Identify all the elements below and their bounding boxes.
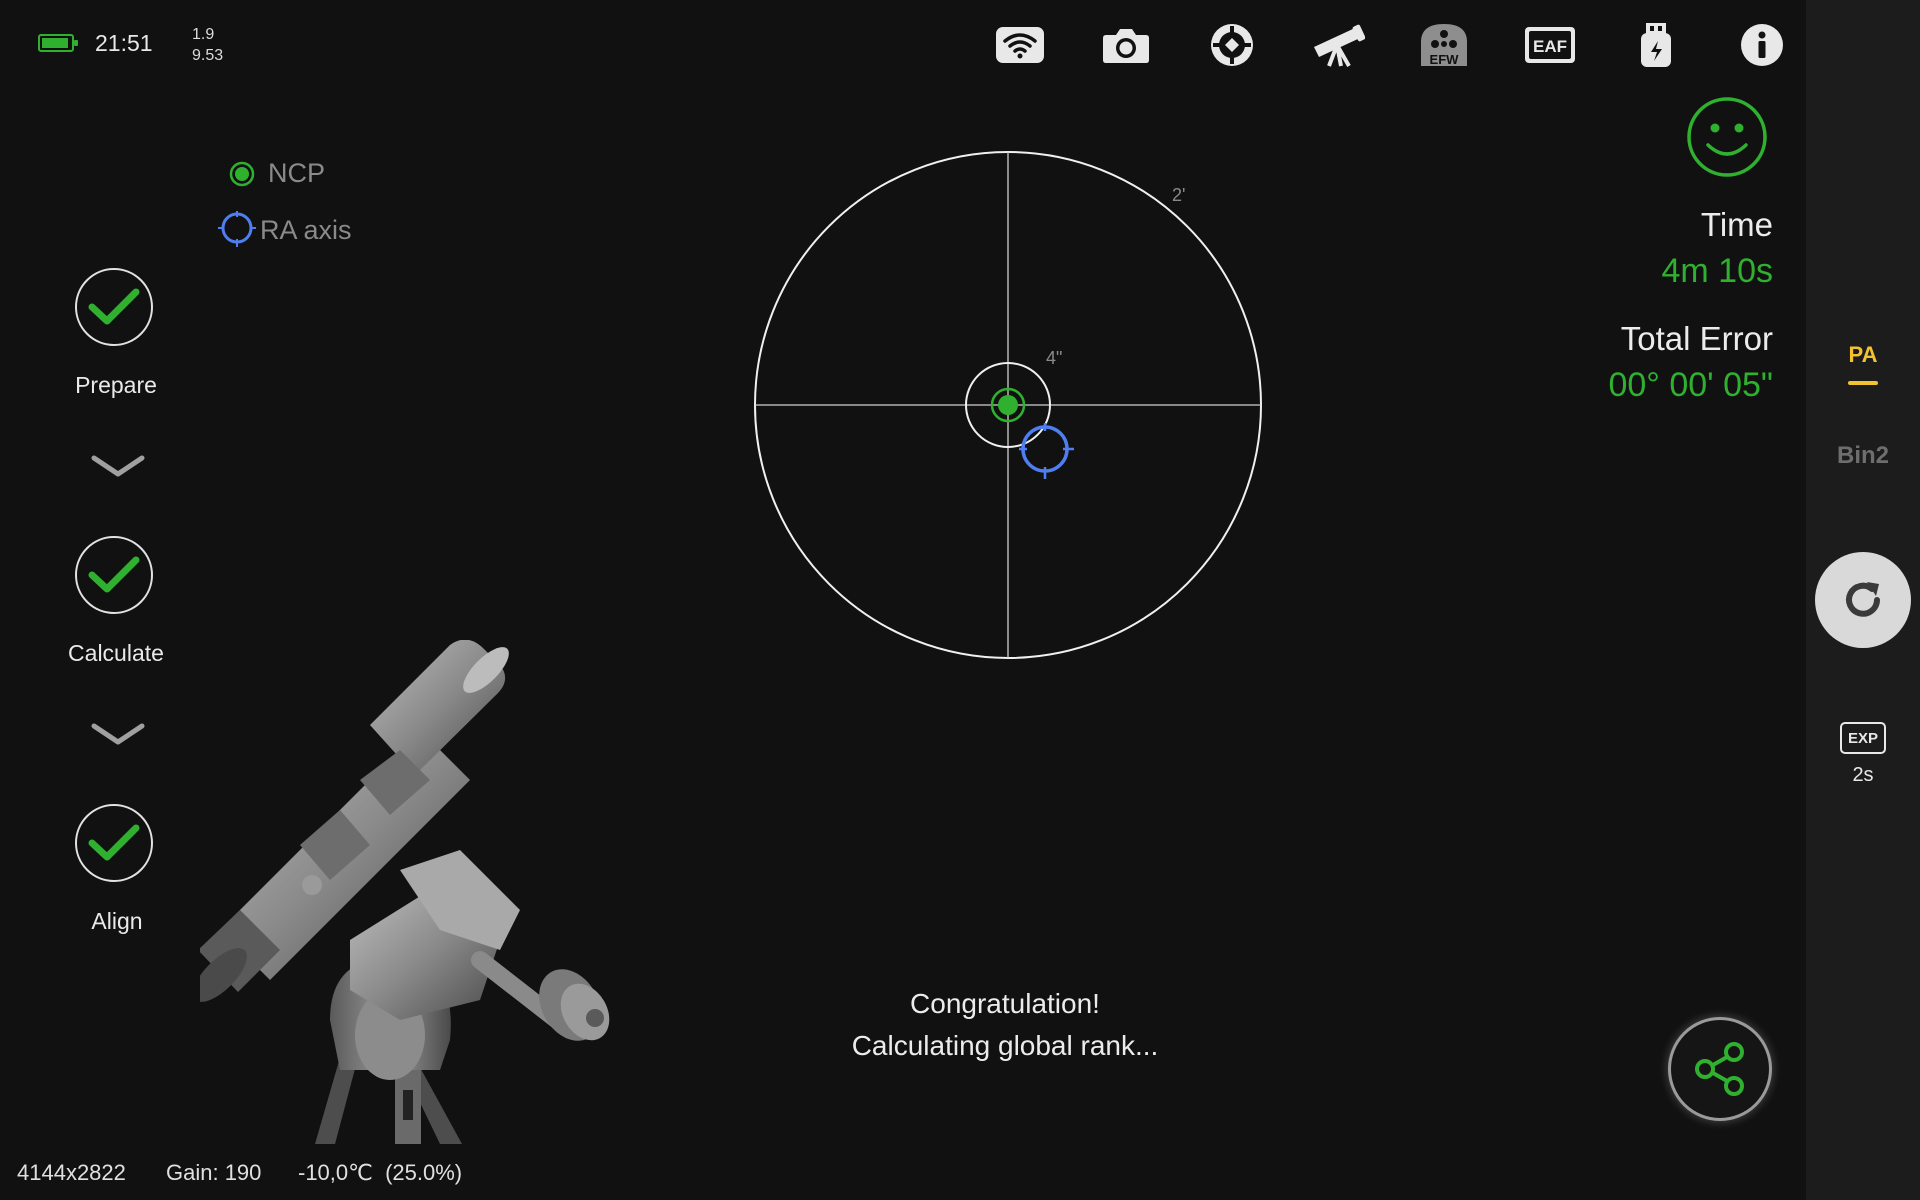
ra-axis-marker [1019, 423, 1074, 479]
share-icon [1695, 1042, 1744, 1096]
legend-ra-axis: RA axis [216, 210, 352, 250]
step-prepare-check [75, 268, 153, 346]
ra-axis-marker-icon [218, 211, 256, 247]
calculating-rank-message: Calculating global rank... [851, 1030, 1159, 1061]
step-align-check [75, 804, 153, 882]
bin-setting[interactable]: Bin2 [1806, 442, 1920, 470]
total-error-label: Total Error [1620, 320, 1773, 357]
efw-filter-wheel-icon[interactable]: EFW [1416, 20, 1472, 70]
polar-alignment-target: 2' 4" [754, 151, 1262, 659]
eaf-focuser-icon[interactable]: EAF [1522, 20, 1578, 70]
chevron-down-icon [91, 455, 145, 477]
wifi-icon[interactable] [992, 20, 1048, 70]
resolution-readout: 4144x2822 [17, 1160, 126, 1185]
check-icon [88, 824, 140, 861]
refresh-icon [1846, 582, 1880, 617]
efw-label: EFW [1430, 52, 1460, 67]
info-icon[interactable] [1734, 20, 1790, 70]
restart-button[interactable] [1815, 552, 1911, 648]
time-value: 4m 10s [1661, 252, 1774, 290]
eaf-label: EAF [1533, 37, 1567, 56]
total-error-value: 00° 00' 05" [1608, 366, 1773, 404]
check-icon [88, 556, 140, 593]
legend-ra-axis-label: RA axis [260, 214, 352, 245]
step-calculate-label: Calculate [68, 640, 164, 666]
battery-icon [38, 34, 78, 52]
legend-ncp: NCP [228, 158, 325, 189]
version-line-2: 9.53 [192, 47, 224, 64]
clock: 21:51 [95, 30, 153, 56]
version-info: 1.9 9.53 [192, 24, 223, 66]
camera-icon[interactable] [1098, 20, 1154, 70]
step-calculate-check [75, 536, 153, 614]
chevron-down-icon [91, 723, 145, 745]
gain-readout: Gain: 190 [166, 1160, 262, 1185]
exposure-icon[interactable]: EXP [1840, 722, 1886, 754]
check-icon [88, 288, 140, 325]
exposure-value[interactable]: 2s [1806, 764, 1920, 787]
time-label: Time [1700, 206, 1773, 243]
inner-ring-label: 4" [1046, 348, 1062, 368]
legend-ncp-label: NCP [268, 158, 326, 188]
mode-pa-tab[interactable]: PA [1806, 342, 1920, 368]
ncp-marker-icon [229, 161, 255, 186]
smiley-status-icon [1687, 97, 1767, 177]
guide-crosshair-icon[interactable] [1204, 20, 1260, 70]
telescope-mount-illustration [200, 640, 610, 1144]
outer-ring-label: 2' [1172, 185, 1185, 205]
temperature-readout: -10,0℃ (25.0%) [298, 1160, 463, 1185]
step-prepare-label: Prepare [75, 372, 157, 398]
congratulation-message: Congratulation! [910, 988, 1100, 1019]
step-align-label: Align [91, 908, 143, 934]
version-line-1: 1.9 [192, 26, 215, 43]
usb-storage-icon[interactable] [1628, 20, 1684, 70]
share-button[interactable] [1668, 1017, 1772, 1121]
telescope-icon[interactable] [1310, 20, 1366, 70]
mode-pa-indicator [1848, 381, 1878, 385]
